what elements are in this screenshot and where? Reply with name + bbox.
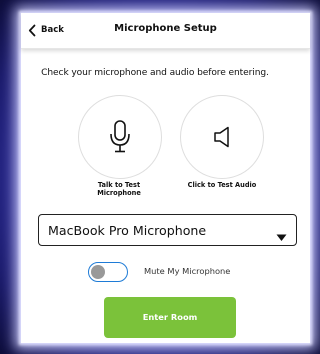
selected-device-value: MacBook Pro Microphone (48, 223, 207, 238)
caret-down-icon (276, 227, 287, 246)
enter-room-button[interactable]: Enter Room (104, 297, 236, 338)
test-audio-button[interactable] (180, 95, 264, 179)
header-bar: Back Microphone Setup (21, 13, 310, 49)
mute-toggle-label: Mute My Microphone (144, 266, 231, 276)
test-microphone-button[interactable] (78, 95, 162, 179)
instruction-text: Check your microphone and audio before e… (41, 68, 269, 78)
test-microphone-label: Talk to Test Microphone (97, 181, 141, 197)
page-title: Microphone Setup (114, 23, 217, 34)
microphone-setup-panel: Back Microphone Setup (21, 13, 310, 343)
microphone-device-select[interactable]: MacBook Pro Microphone (38, 214, 297, 246)
mute-toggle[interactable] (88, 262, 128, 282)
toggle-knob (91, 264, 105, 279)
test-audio-label: Click to Test Audio (187, 181, 257, 189)
